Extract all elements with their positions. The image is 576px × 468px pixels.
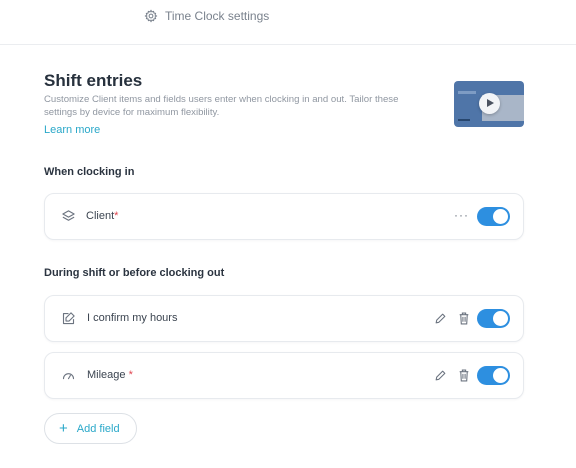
plus-icon: + [59,420,68,437]
pencil-icon[interactable] [434,312,447,325]
pencil-icon[interactable] [434,369,447,382]
field-row-confirm-hours: I confirm my hours [44,295,524,342]
field-row-client: Client* ··· [44,193,524,240]
time-clock-settings-link[interactable]: Time Clock settings [144,9,269,23]
add-field-label: Add field [76,422,120,435]
trash-icon[interactable] [458,369,470,382]
field-label: I confirm my hours [87,312,178,324]
top-bar: Time Clock settings [0,0,576,45]
required-mark: * [128,369,133,381]
clock-in-heading: When clocking in [44,166,135,178]
confirm-hours-toggle[interactable] [477,309,510,328]
during-shift-heading: During shift or before clocking out [44,267,225,279]
more-options-icon[interactable]: ··· [454,208,469,222]
settings-label: Time Clock settings [165,9,270,23]
required-mark: * [114,210,119,222]
field-row-mileage: Mileage * [44,352,524,399]
gauge-icon [62,373,75,380]
page-title: Shift entries [44,71,143,90]
edit-note-icon [62,312,75,325]
field-label: Client* [86,210,119,222]
layers-icon [62,210,75,221]
page-description: Customize Client items and fields users … [44,94,399,118]
learn-more-link[interactable]: Learn more [44,124,100,136]
play-icon[interactable] [479,93,500,114]
thumbnail-detail [458,119,470,121]
client-toggle[interactable] [477,207,510,226]
add-field-button[interactable]: + Add field [44,413,137,444]
thumbnail-detail [458,91,476,94]
mileage-toggle[interactable] [477,366,510,385]
gear-icon [144,9,158,23]
trash-icon[interactable] [458,312,470,325]
video-thumbnail[interactable] [454,81,524,127]
field-label: Mileage * [87,369,133,381]
